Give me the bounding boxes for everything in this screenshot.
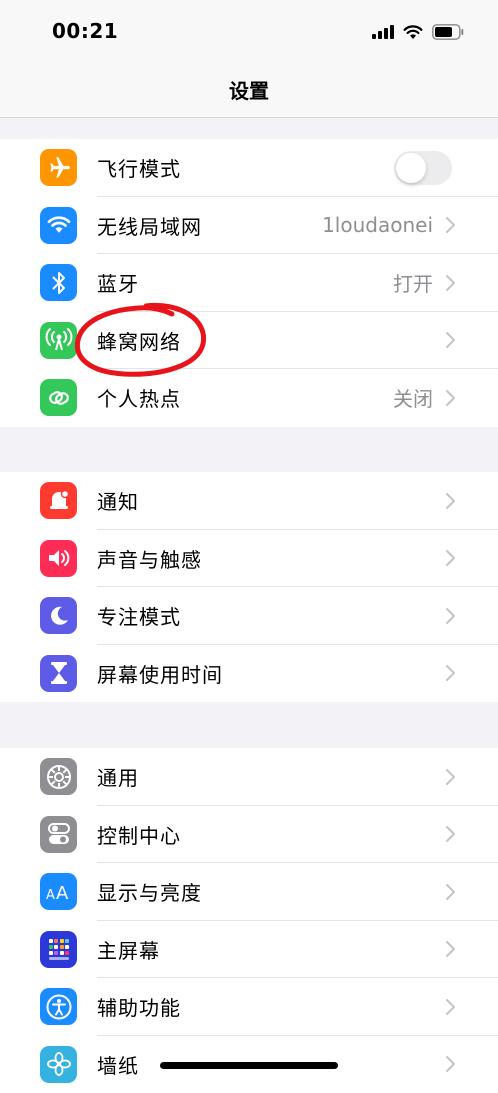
hotspot-status: 关闭 bbox=[393, 383, 433, 412]
settings-group-notifications: 通知 声音与触感 专注模式 屏幕使用时间 bbox=[0, 472, 498, 702]
settings-row-label: 专注模式 bbox=[97, 601, 181, 630]
accessibility-icon bbox=[40, 988, 77, 1025]
navigation-bar: 设置 bbox=[0, 62, 498, 118]
settings-row-focus[interactable]: 专注模式 bbox=[0, 587, 498, 645]
settings-row-cellular[interactable]: 蜂窝网络 bbox=[0, 312, 498, 370]
chevron-right-icon bbox=[444, 882, 458, 902]
settings-row-label: 蜂窝网络 bbox=[97, 326, 181, 355]
page-title: 设置 bbox=[229, 75, 269, 104]
settings-group-general: 通用 控制中心 AA 显示与亮度 主屏幕 bbox=[0, 748, 498, 1093]
home-indicator bbox=[160, 1062, 338, 1069]
bluetooth-icon bbox=[40, 264, 77, 301]
settings-row-label: 蓝牙 bbox=[97, 268, 139, 297]
settings-row-sounds-haptics[interactable]: 声音与触感 bbox=[0, 530, 498, 588]
chevron-right-icon bbox=[444, 939, 458, 959]
cellular-signal-icon bbox=[372, 25, 394, 39]
settings-row-label: 辅助功能 bbox=[97, 992, 181, 1021]
settings-row-label: 屏幕使用时间 bbox=[97, 659, 223, 688]
text-size-icon: AA bbox=[40, 873, 77, 910]
battery-icon bbox=[432, 24, 464, 40]
chevron-right-icon bbox=[444, 824, 458, 844]
settings-row-home-screen[interactable]: 主屏幕 bbox=[0, 921, 498, 979]
wifi-status-icon bbox=[403, 25, 423, 40]
settings-row-display-brightness[interactable]: AA 显示与亮度 bbox=[0, 863, 498, 921]
settings-row-label: 飞行模式 bbox=[97, 153, 181, 182]
hourglass-icon bbox=[40, 655, 77, 692]
airplane-icon bbox=[40, 149, 77, 186]
settings-row-label: 通用 bbox=[97, 762, 139, 791]
status-bar: 00:21 bbox=[0, 0, 498, 62]
chevron-right-icon bbox=[444, 273, 458, 293]
settings-row-screen-time[interactable]: 屏幕使用时间 bbox=[0, 645, 498, 703]
speaker-icon bbox=[40, 540, 77, 577]
svg-text:A: A bbox=[56, 883, 69, 902]
chevron-right-icon bbox=[444, 388, 458, 408]
chevron-right-icon bbox=[444, 1054, 458, 1074]
chevron-right-icon bbox=[444, 330, 458, 350]
chevron-right-icon bbox=[444, 997, 458, 1017]
settings-row-notifications[interactable]: 通知 bbox=[0, 472, 498, 530]
status-time: 00:21 bbox=[52, 19, 118, 43]
wifi-network-name: 1loudaonei bbox=[322, 213, 433, 237]
svg-text:A: A bbox=[46, 888, 55, 902]
flower-icon bbox=[40, 1046, 77, 1083]
switches-icon bbox=[40, 816, 77, 853]
settings-row-label: 控制中心 bbox=[97, 820, 181, 849]
chevron-right-icon bbox=[444, 215, 458, 235]
chevron-right-icon bbox=[444, 663, 458, 683]
toggle-knob bbox=[396, 153, 426, 183]
status-icons bbox=[372, 22, 464, 42]
settings-row-bluetooth[interactable]: 蓝牙 打开 bbox=[0, 254, 498, 312]
grid-icon bbox=[40, 931, 77, 968]
settings-row-label: 墙纸 bbox=[97, 1050, 139, 1079]
bluetooth-status: 打开 bbox=[393, 268, 433, 297]
settings-row-label: 个人热点 bbox=[97, 383, 181, 412]
settings-row-wifi[interactable]: 无线局域网 1loudaonei bbox=[0, 197, 498, 255]
settings-row-airplane-mode[interactable]: 飞行模式 bbox=[0, 139, 498, 197]
settings-row-label: 声音与触感 bbox=[97, 544, 202, 573]
settings-row-label: 主屏幕 bbox=[97, 935, 160, 964]
chevron-right-icon bbox=[444, 767, 458, 787]
settings-row-general[interactable]: 通用 bbox=[0, 748, 498, 806]
moon-icon bbox=[40, 597, 77, 634]
settings-row-control-center[interactable]: 控制中心 bbox=[0, 806, 498, 864]
bell-icon bbox=[40, 482, 77, 519]
link-icon bbox=[40, 379, 77, 416]
settings-row-personal-hotspot[interactable]: 个人热点 关闭 bbox=[0, 369, 498, 427]
airplane-mode-toggle[interactable] bbox=[394, 151, 452, 185]
settings-group-connectivity: 飞行模式 无线局域网 1loudaonei 蓝牙 打开 蜂窝网络 个人热点 关闭 bbox=[0, 139, 498, 427]
chevron-right-icon bbox=[444, 491, 458, 511]
wifi-icon bbox=[40, 207, 77, 244]
gear-icon bbox=[40, 758, 77, 795]
settings-row-label: 无线局域网 bbox=[97, 211, 202, 240]
settings-row-label: 显示与亮度 bbox=[97, 877, 202, 906]
settings-row-accessibility[interactable]: 辅助功能 bbox=[0, 978, 498, 1036]
antenna-icon bbox=[40, 322, 77, 359]
settings-row-label: 通知 bbox=[97, 486, 139, 515]
chevron-right-icon bbox=[444, 606, 458, 626]
chevron-right-icon bbox=[444, 548, 458, 568]
